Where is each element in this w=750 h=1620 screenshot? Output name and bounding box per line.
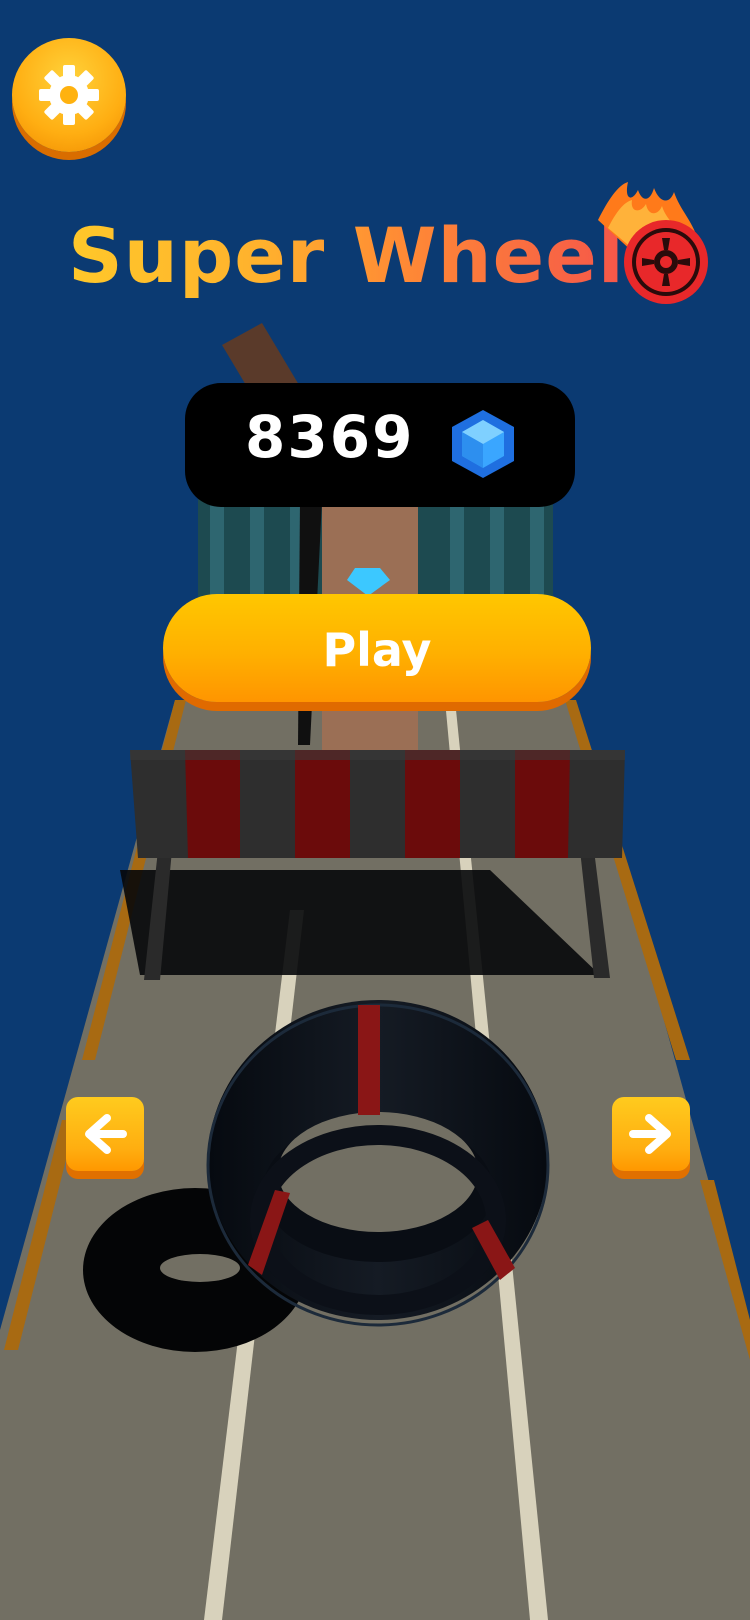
gear-icon [39, 65, 99, 125]
game-title-text: Super Wheel [68, 210, 625, 300]
play-button-label: Play [322, 623, 432, 677]
move-right-button[interactable] [612, 1097, 690, 1171]
gem-count: 8369 [245, 403, 415, 471]
flaming-wheel-icon [598, 182, 708, 304]
game-title: Super Wheel [68, 182, 708, 310]
settings-button[interactable] [12, 38, 126, 152]
arrow-right-icon [629, 1114, 671, 1154]
blue-gem-icon [452, 410, 514, 478]
move-left-button[interactable] [66, 1097, 144, 1171]
play-button[interactable]: Play [163, 594, 591, 702]
gem-counter: 8369 [185, 383, 575, 507]
arrow-left-icon [85, 1114, 127, 1154]
